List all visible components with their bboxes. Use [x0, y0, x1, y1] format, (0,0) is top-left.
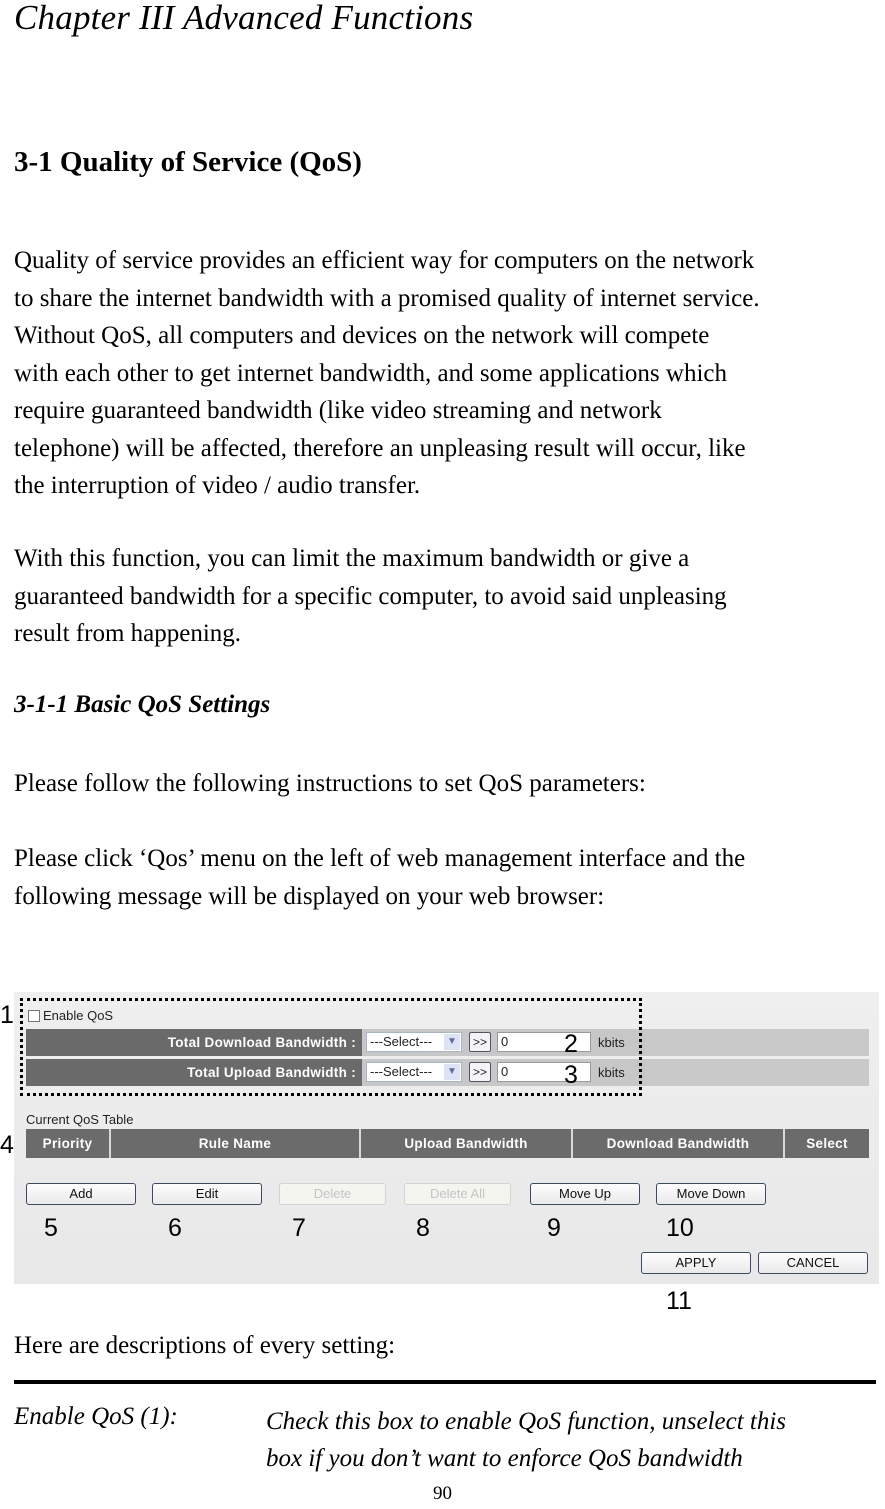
row-filler [646, 1029, 869, 1056]
text-line: Please click ‘Qos’ menu on the left of w… [14, 845, 746, 872]
callout-9: 9 [547, 1214, 561, 1242]
delete-button[interactable]: Delete [279, 1183, 386, 1205]
text-line: telephone) will be affected, therefore a… [14, 434, 746, 462]
function-paragraph: With this function, you can limit the ma… [14, 540, 885, 653]
callout-4: 4 [0, 1131, 14, 1159]
callout-1: 1 [0, 1001, 14, 1029]
callout-highlight-box [20, 998, 642, 1096]
text-line: following message will be displayed on y… [14, 882, 605, 910]
callout-3: 3 [564, 1061, 578, 1089]
click-paragraph: Please click ‘Qos’ menu on the left of w… [14, 840, 885, 915]
section-title: 3-1 Quality of Service (QoS) [14, 146, 362, 178]
edit-button[interactable]: Edit [152, 1183, 262, 1205]
move-up-button[interactable]: Move Up [530, 1183, 640, 1205]
callout-7: 7 [292, 1214, 306, 1242]
text-line: Quality of service provides an efficient… [14, 247, 755, 274]
callout-10: 10 [666, 1214, 694, 1242]
column-download-bandwidth: Download Bandwidth [573, 1129, 785, 1158]
intro-paragraph: Quality of service provides an efficient… [14, 242, 885, 505]
text-line: require guaranteed bandwidth (like video… [14, 397, 662, 424]
chapter-title: Chapter III Advanced Functions [14, 0, 474, 37]
callout-2: 2 [564, 1030, 578, 1058]
callout-8: 8 [416, 1214, 430, 1242]
subsection-title: 3-1-1 Basic QoS Settings [14, 691, 271, 718]
text-line: Check this box to enable QoS function, u… [266, 1408, 787, 1435]
definition-description: Check this box to enable QoS function, u… [266, 1403, 786, 1477]
callout-6: 6 [168, 1214, 182, 1242]
callout-11: 11 [666, 1287, 692, 1315]
apply-button[interactable]: APPLY [641, 1252, 751, 1274]
definition-term: Enable QoS (1): [14, 1403, 178, 1430]
column-select: Select [785, 1129, 869, 1158]
row-filler [646, 1059, 869, 1086]
cancel-button[interactable]: CANCEL [758, 1252, 868, 1274]
text-line: to share the internet bandwidth with a p… [14, 284, 760, 312]
descriptions-intro: Here are descriptions of every setting: [14, 1332, 396, 1359]
qos-table-header: Priority Rule Name Upload Bandwidth Down… [26, 1129, 869, 1158]
column-priority: Priority [26, 1129, 111, 1158]
text-line: result from happening. [14, 620, 242, 647]
text-line: with each other to get internet bandwidt… [14, 359, 728, 387]
column-rule-name: Rule Name [111, 1129, 361, 1158]
move-down-button[interactable]: Move Down [656, 1183, 766, 1205]
delete-all-button[interactable]: Delete All [404, 1183, 511, 1205]
callout-5: 5 [44, 1214, 58, 1242]
text-line: box if you don’t want to enforce QoS ban… [266, 1445, 743, 1472]
add-button[interactable]: Add [26, 1183, 136, 1205]
page-number: 90 [433, 1483, 452, 1504]
text-line: guaranteed bandwidth for a specific comp… [14, 582, 727, 610]
text-line: the interruption of video / audio transf… [14, 472, 421, 499]
text-line: Without QoS, all computers and devices o… [14, 322, 710, 349]
text-line: With this function, you can limit the ma… [14, 545, 690, 572]
instructions-paragraph: Please follow the following instructions… [14, 770, 646, 797]
divider [14, 1380, 876, 1384]
column-upload-bandwidth: Upload Bandwidth [361, 1129, 573, 1158]
qos-table-title: Current QoS Table [26, 1112, 134, 1127]
